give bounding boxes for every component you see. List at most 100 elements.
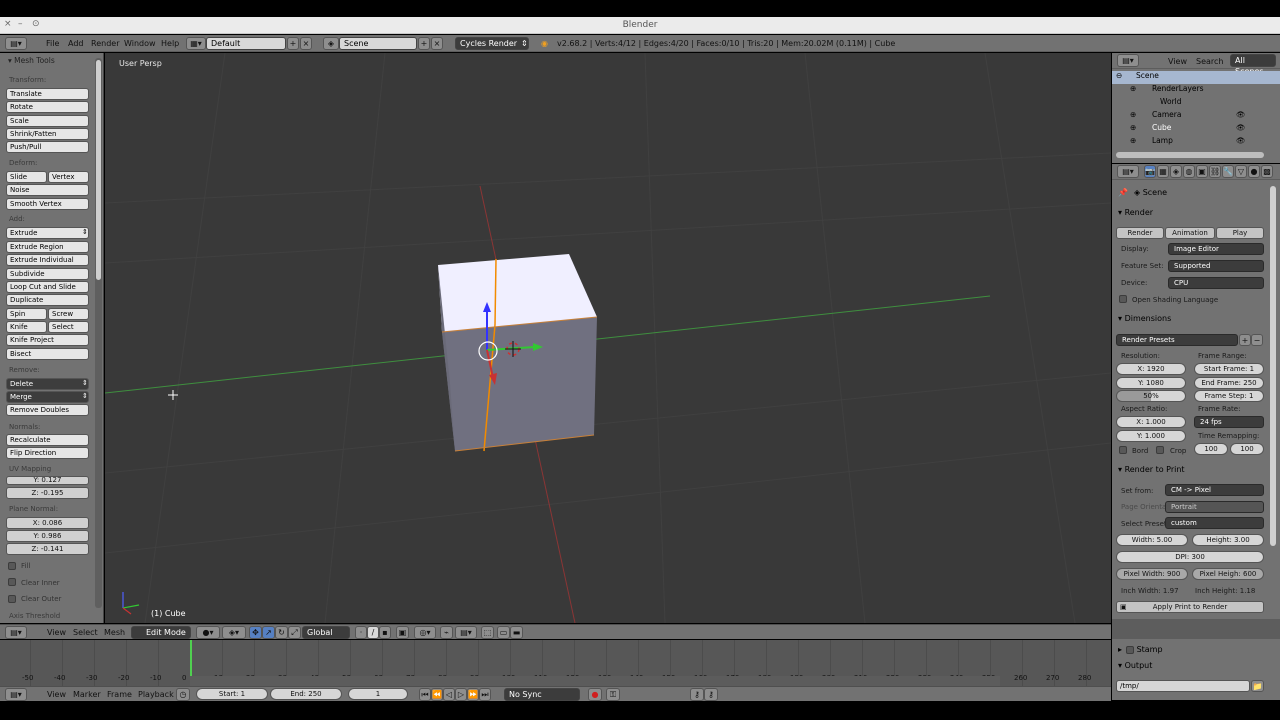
menu-render[interactable]: Render bbox=[91, 39, 119, 48]
remove-doubles-button[interactable]: Remove Doubles bbox=[6, 404, 89, 416]
editor-type-icon[interactable]: ▤▾ bbox=[5, 688, 27, 701]
loop-cut-button[interactable]: Loop Cut and Slide bbox=[6, 281, 89, 293]
vertex-select-icon[interactable]: · bbox=[355, 626, 367, 639]
keying-icon[interactable]: ⚿ bbox=[606, 688, 620, 701]
bisect-button[interactable]: Bisect bbox=[6, 348, 89, 360]
play-animation-button[interactable]: Play bbox=[1216, 227, 1264, 239]
outliner-scrollbar[interactable] bbox=[1116, 152, 1264, 158]
plane-normal-y-field[interactable]: Y: 0.986 bbox=[6, 530, 89, 542]
output-panel-header[interactable]: ▾ Output bbox=[1118, 661, 1152, 670]
dpi-field[interactable]: DPI: 300 bbox=[1116, 551, 1264, 563]
snap-element-icon[interactable]: ▤▾ bbox=[455, 626, 477, 639]
outliner-view-menu[interactable]: View bbox=[1168, 57, 1187, 66]
3d-viewport[interactable]: User Persp (1) Cube bbox=[105, 53, 1111, 623]
noise-button[interactable]: Noise bbox=[6, 184, 89, 196]
scale-manipulator-icon[interactable]: ⤢ bbox=[288, 626, 301, 639]
crop-checkbox[interactable] bbox=[1156, 446, 1164, 454]
pin-icon[interactable]: 📌 bbox=[1118, 188, 1128, 197]
outliner-row-cube[interactable]: ⊕ Cube 👁 bbox=[1112, 123, 1280, 136]
timeline-view-menu[interactable]: View bbox=[47, 690, 66, 699]
record-icon[interactable]: ● bbox=[588, 688, 602, 701]
render-still-button[interactable]: Render bbox=[1116, 227, 1164, 239]
vertex-slide-button[interactable]: Vertex bbox=[48, 171, 89, 183]
texture-tab-icon[interactable]: ▩ bbox=[1261, 165, 1273, 178]
properties-scrollbar[interactable] bbox=[1270, 186, 1276, 546]
preview-range-icon[interactable]: ◷ bbox=[176, 688, 190, 701]
opengl-render-icon[interactable]: ▭ bbox=[497, 626, 510, 639]
render-preview-icon[interactable]: ⬚ bbox=[481, 626, 494, 639]
expand-icon[interactable]: ⊕ bbox=[1130, 84, 1136, 93]
print-height-field[interactable]: Height: 3.00 bbox=[1192, 534, 1264, 546]
outliner-display-select[interactable]: All Scenes bbox=[1230, 54, 1276, 76]
scene-tab-icon[interactable]: ◈ bbox=[1170, 165, 1182, 178]
expand-icon[interactable]: ⊕ bbox=[1130, 136, 1136, 145]
object-tab-icon[interactable]: ▣ bbox=[1196, 165, 1208, 178]
sync-mode-select[interactable]: No Sync bbox=[504, 688, 580, 701]
mode-select[interactable]: Edit Mode bbox=[131, 626, 191, 639]
push-pull-button[interactable]: Push/Pull bbox=[6, 141, 89, 153]
modifiers-tab-icon[interactable]: 🔧 bbox=[1222, 165, 1234, 178]
expand-icon[interactable]: ⊖ bbox=[1116, 71, 1122, 80]
duplicate-button[interactable]: Duplicate bbox=[6, 294, 89, 306]
outliner-row-world[interactable]: World bbox=[1112, 97, 1280, 110]
start-frame-field[interactable]: Start: 1 bbox=[196, 688, 268, 700]
border-checkbox[interactable] bbox=[1119, 446, 1127, 454]
add-layout-icon[interactable]: + bbox=[287, 37, 299, 50]
spin-button[interactable]: Spin bbox=[6, 308, 47, 320]
extrude-button[interactable]: Extrude bbox=[6, 227, 89, 239]
end-frame-prop-field[interactable]: End Frame: 250 bbox=[1194, 377, 1264, 389]
scene-field[interactable]: Scene bbox=[339, 37, 417, 50]
page-orientation-select[interactable]: Portrait bbox=[1165, 501, 1264, 513]
editor-type-icon[interactable]: ▤▾ bbox=[1117, 54, 1139, 67]
stamp-panel-header[interactable]: ▸ Stamp bbox=[1118, 645, 1163, 654]
render-layers-tab-icon[interactable]: ▦ bbox=[1157, 165, 1169, 178]
face-select-icon[interactable]: ▪ bbox=[379, 626, 391, 639]
view-menu[interactable]: View bbox=[47, 628, 66, 637]
clear-outer-checkbox[interactable] bbox=[8, 595, 16, 603]
outliner-row-renderlayers[interactable]: ⊕ RenderLayers bbox=[1112, 84, 1280, 97]
add-preset-icon[interactable]: + bbox=[1239, 334, 1251, 346]
limit-selection-icon[interactable]: ▣ bbox=[396, 626, 409, 639]
apply-print-button[interactable]: ▣ Apply Print to Render bbox=[1116, 601, 1264, 613]
end-frame-field[interactable]: End: 250 bbox=[270, 688, 342, 700]
frame-step-field[interactable]: Frame Step: 1 bbox=[1194, 390, 1264, 402]
knife-button[interactable]: Knife bbox=[6, 321, 47, 333]
screen-layout-field[interactable]: Default bbox=[206, 37, 286, 50]
jump-end-icon[interactable]: ⏭ bbox=[479, 688, 491, 701]
expand-icon[interactable]: ⊕ bbox=[1130, 123, 1136, 132]
menu-file[interactable]: File bbox=[46, 39, 59, 48]
display-select[interactable]: Image Editor bbox=[1168, 243, 1264, 255]
editor-type-icon[interactable]: ▤▾ bbox=[1117, 165, 1139, 178]
recalculate-button[interactable]: Recalculate bbox=[6, 434, 89, 446]
plane-normal-x-field[interactable]: X: 0.086 bbox=[6, 517, 89, 529]
resolution-y-field[interactable]: Y: 1080 bbox=[1116, 377, 1186, 389]
outliner-row-camera[interactable]: ⊕ Camera 👁 bbox=[1112, 110, 1280, 123]
rotate-button[interactable]: Rotate bbox=[6, 101, 89, 113]
outliner-row-scene[interactable]: ⊖ Scene bbox=[1112, 71, 1280, 84]
knife-project-button[interactable]: Knife Project bbox=[6, 334, 89, 346]
render-panel-header[interactable]: ▾ Render bbox=[1118, 208, 1153, 217]
dimensions-panel-header[interactable]: ▾ Dimensions bbox=[1118, 314, 1171, 323]
visibility-icon[interactable]: 👁 bbox=[1236, 110, 1246, 119]
scale-button[interactable]: Scale bbox=[6, 115, 89, 127]
editor-type-icon[interactable]: ▤▾ bbox=[5, 626, 27, 639]
mesh-menu[interactable]: Mesh bbox=[104, 628, 125, 637]
pixel-height-field[interactable]: Pixel Heigh: 600 bbox=[1192, 568, 1264, 580]
remap-old-field[interactable]: 100 bbox=[1194, 443, 1228, 455]
toolshelf-scroll-thumb[interactable] bbox=[96, 60, 101, 280]
uv-y-field[interactable]: Y: 0.127 bbox=[6, 476, 89, 485]
extrude-individual-button[interactable]: Extrude Individual bbox=[6, 254, 89, 266]
resolution-percent-slider[interactable]: 50% bbox=[1116, 390, 1186, 402]
editor-type-icon[interactable]: ▤▾ bbox=[5, 37, 27, 50]
scene-icon[interactable]: ◈ bbox=[323, 37, 339, 50]
aspect-y-field[interactable]: Y: 1.000 bbox=[1116, 430, 1186, 442]
add-scene-icon[interactable]: + bbox=[418, 37, 430, 50]
fill-checkbox[interactable] bbox=[8, 562, 16, 570]
next-keyframe-icon[interactable]: ⏩ bbox=[467, 688, 479, 701]
clear-inner-checkbox[interactable] bbox=[8, 578, 16, 586]
slide-edge-button[interactable]: Slide Edge bbox=[6, 171, 47, 191]
expand-icon[interactable]: ⊕ bbox=[1130, 110, 1136, 119]
render-tab-icon[interactable]: 📷 bbox=[1144, 165, 1156, 178]
transform-orientation-select[interactable]: Global bbox=[302, 626, 350, 639]
viewport-shading-icon[interactable]: ●▾ bbox=[196, 626, 220, 639]
